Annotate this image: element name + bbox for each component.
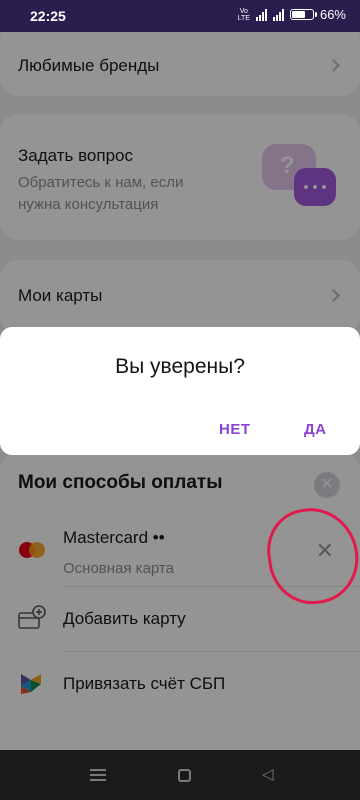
back-icon[interactable]: ◁ [262,765,274,783]
battery-icon [289,9,317,20]
dialog-title: Вы уверены? [115,355,245,378]
dialog-no-button[interactable]: НЕТ [219,421,251,438]
status-time: 22:25 [30,8,66,24]
signal-icon-2 [272,8,284,21]
system-nav-bar: ◁ [0,750,360,800]
recents-icon[interactable] [90,769,106,784]
battery-percent: 66% [319,7,346,22]
signal-icon [255,8,267,21]
dialog-yes-button[interactable]: ДА [304,421,327,438]
battery-fill [291,11,305,18]
volte-icon: Vo LTE [237,7,250,22]
home-icon[interactable] [178,769,191,782]
status-icons: Vo LTE 66% [238,7,346,22]
confirm-dialog: Вы уверены? НЕТ ДА [0,327,360,455]
status-bar: 22:25 Vo LTE 66% [0,0,360,32]
